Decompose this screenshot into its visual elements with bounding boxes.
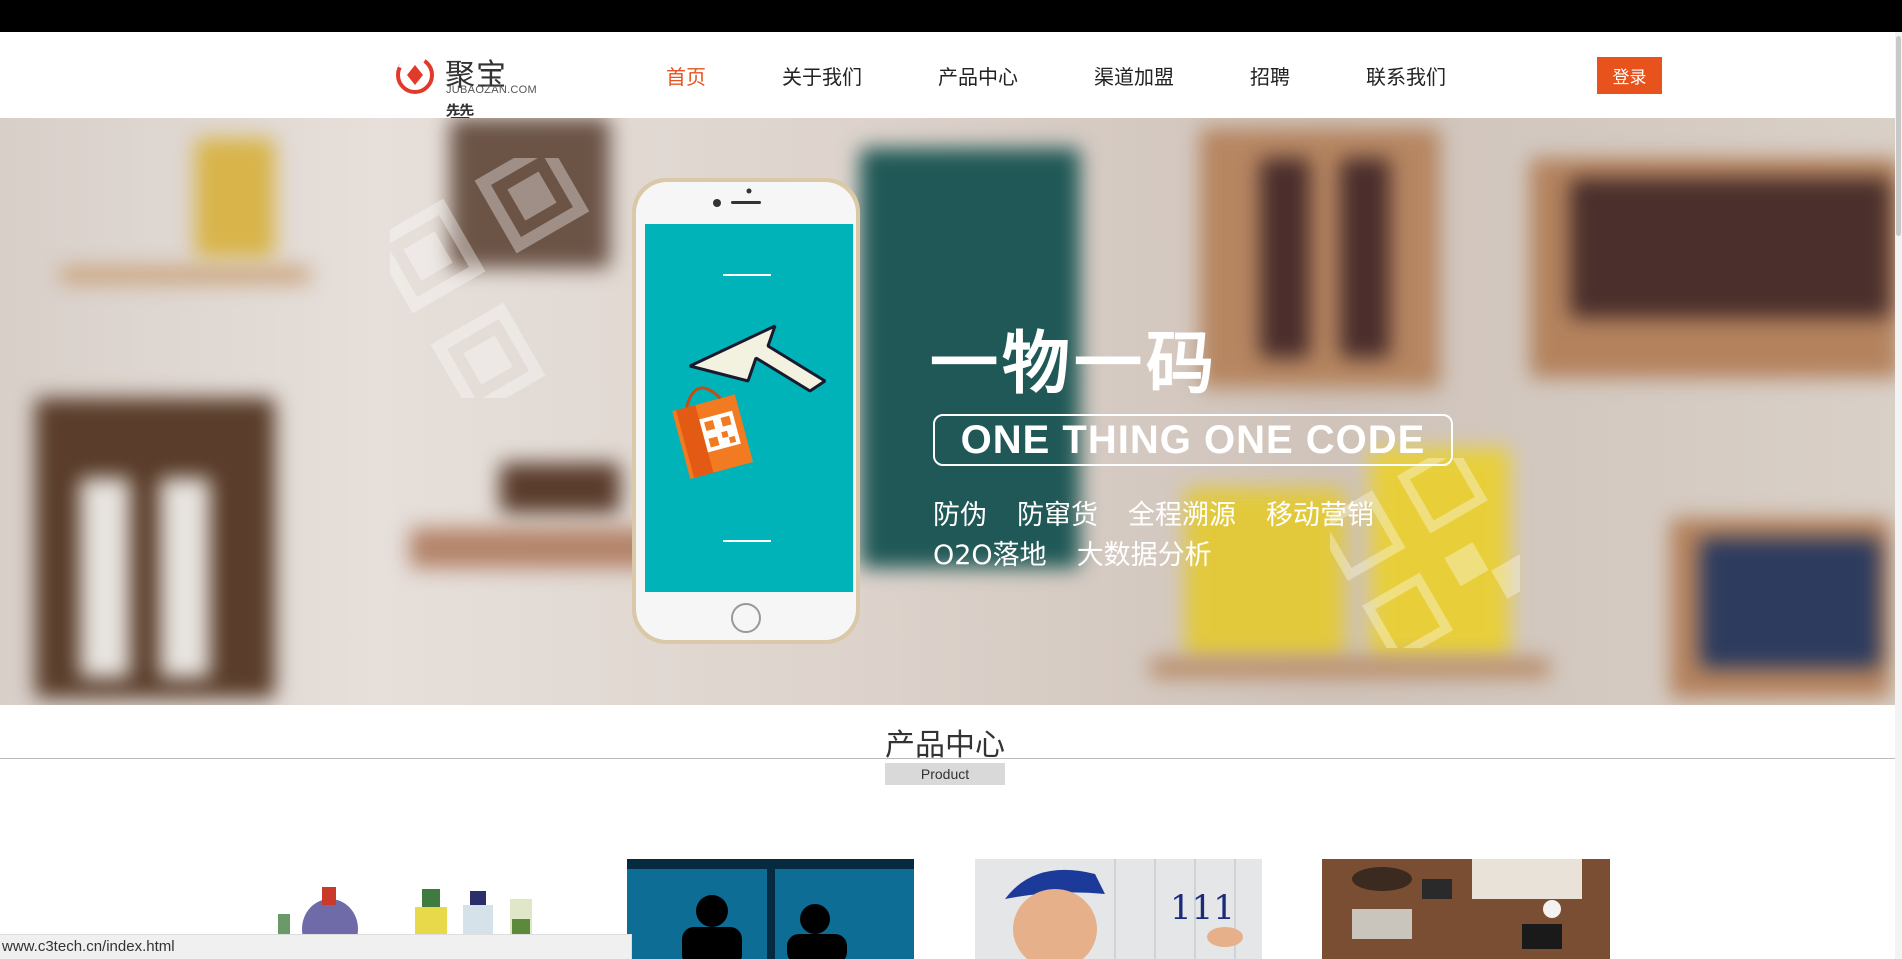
- bg-shelf-right-top-inner: [1570, 178, 1890, 318]
- bg-bottle-right-1: [1260, 158, 1310, 358]
- nav-item-contact[interactable]: 联系我们: [1366, 61, 1446, 90]
- bg-shelf-mid: [410, 528, 660, 568]
- feature-anti-diversion: 防窜货: [1017, 500, 1098, 531]
- qr-watermark-left-icon: [390, 158, 590, 398]
- bg-bottle-right-2: [1340, 158, 1390, 358]
- worker-image: 111: [975, 859, 1262, 959]
- feature-o2o: O2O落地: [933, 540, 1047, 571]
- bg-shelf-plank: [1150, 658, 1550, 678]
- login-button[interactable]: 登录: [1597, 57, 1662, 94]
- feature-big-data: 大数据分析: [1076, 540, 1212, 571]
- status-bar-url: www.c3tech.cn/index.html: [0, 934, 632, 959]
- product-thumb-business[interactable]: [627, 859, 914, 959]
- page-scrollbar[interactable]: [1895, 32, 1902, 959]
- svg-text:111: 111: [1170, 888, 1235, 928]
- bg-bottle-yellow: [195, 138, 275, 258]
- bg-bowl: [500, 463, 620, 513]
- product-thumb-worker[interactable]: 111: [975, 859, 1262, 959]
- product-thumb-meeting[interactable]: [1322, 859, 1610, 959]
- phone-illustration: [632, 178, 860, 644]
- bg-bottle-left-1: [80, 478, 130, 678]
- feature-mobile-marketing: 移动营销: [1266, 500, 1374, 531]
- business-image: [627, 859, 914, 959]
- bg-frame-right: [1200, 128, 1440, 388]
- hero-features: 防伪 防窜货 全程溯源 移动营销 O2O落地 大数据分析: [933, 496, 1404, 576]
- logo[interactable]: 聚宝赞 JUBAOZAN.COM: [395, 50, 537, 137]
- hero-title: 一物一码: [930, 325, 1219, 404]
- features-line-1: 防伪 防窜货 全程溯源 移动营销: [933, 496, 1404, 536]
- scrollbar-thumb[interactable]: [1896, 36, 1901, 236]
- bg-shelf-right-bottom-inner: [1700, 538, 1880, 668]
- page: 聚宝赞 JUBAOZAN.COM 首页 关于我们 产品中心 渠道加盟 招聘 联系…: [0, 0, 1902, 959]
- section-divider: [0, 758, 1895, 759]
- hero-banner[interactable]: 一物一码 ONE THING ONE CODE 防伪 防窜货 全程溯源 移动营销 O2…: [0, 118, 1895, 705]
- features-line-2: O2O落地 大数据分析: [933, 536, 1404, 576]
- logo-subtext: JUBAOZAN.COM: [446, 84, 537, 96]
- section-title-en: Product: [885, 763, 1005, 785]
- feature-traceability: 全程溯源: [1128, 500, 1236, 531]
- bg-box-left: [35, 398, 275, 698]
- nav-item-about[interactable]: 关于我们: [782, 61, 862, 90]
- bg-shelf-left-top: [60, 268, 310, 282]
- hero-slogan: ONE THING ONE CODE: [933, 414, 1453, 466]
- bg-bottle-left-2: [160, 478, 210, 678]
- nav-item-home[interactable]: 首页: [666, 61, 706, 90]
- top-bar: [0, 0, 1902, 32]
- nav-item-jobs[interactable]: 招聘: [1250, 61, 1290, 90]
- main-nav: 首页 关于我们 产品中心 渠道加盟 招聘 联系我们: [640, 32, 1446, 118]
- meeting-image: [1322, 859, 1610, 959]
- nav-item-channel[interactable]: 渠道加盟: [1094, 61, 1174, 90]
- site-header: 聚宝赞 JUBAOZAN.COM 首页 关于我们 产品中心 渠道加盟 招聘 联系…: [0, 32, 1902, 137]
- product-section-header: 产品中心 Product: [0, 720, 1902, 785]
- logo-mark-icon: [396, 54, 434, 94]
- nav-item-products[interactable]: 产品中心: [938, 61, 1018, 90]
- feature-anticounterfeit: 防伪: [933, 500, 987, 531]
